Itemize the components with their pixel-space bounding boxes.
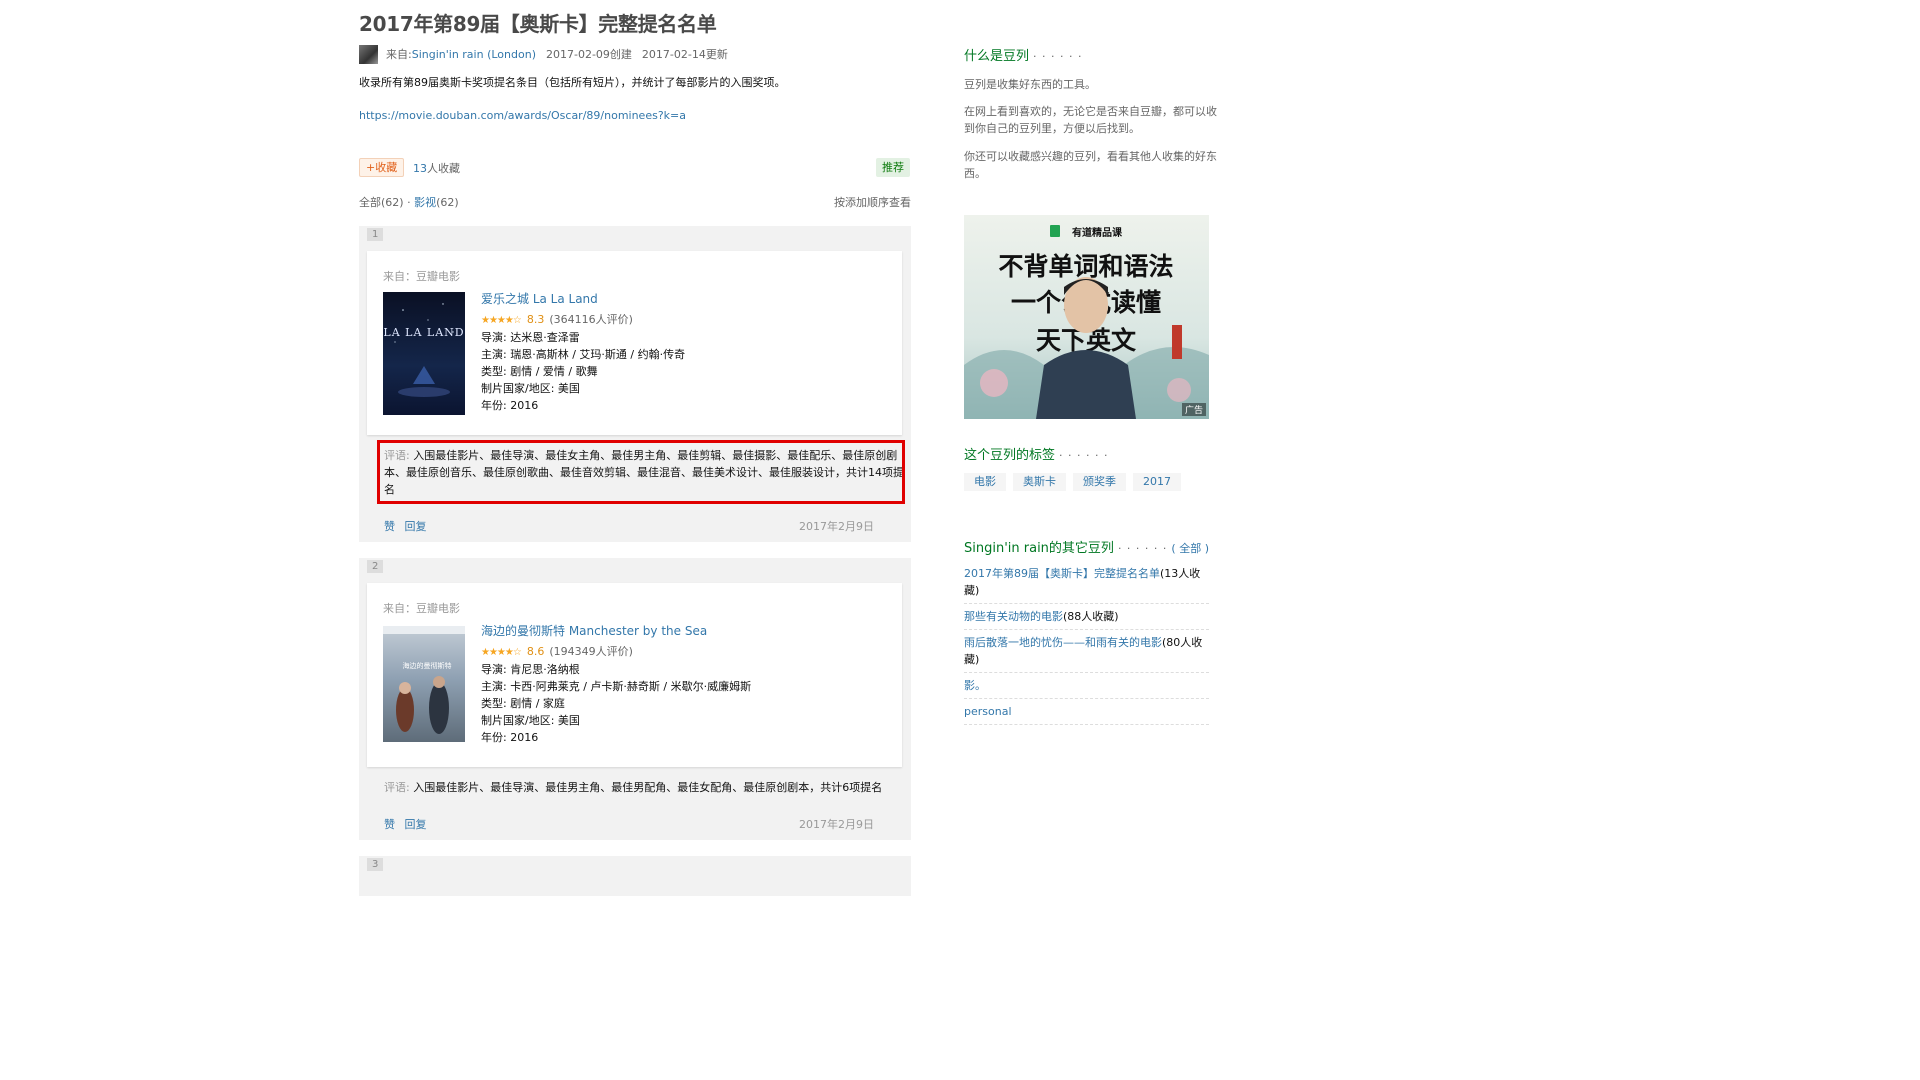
item-source: 来自：豆瓣电影 bbox=[383, 602, 460, 615]
movie-cast: 主演: 卡西·阿弗莱克 / 卢卡斯·赫奇斯 / 米歇尔·威廉姆斯 bbox=[481, 680, 752, 693]
movie-info: 爱乐之城 La La Land ★★★★☆ 8.3 (364116人评价) 导演: … bbox=[481, 291, 685, 414]
tags-title: 这个豆列的标签 · · · · · · bbox=[964, 448, 1109, 463]
movie-country: 制片国家/地区: 美国 bbox=[481, 714, 580, 727]
movie-title-link[interactable]: 海边的曼彻斯特 Manchester by the Sea bbox=[481, 623, 751, 640]
item-number: 1 bbox=[367, 228, 384, 241]
item-date: 2017年2月9日 bbox=[799, 818, 874, 831]
favorite-count[interactable]: 13人收藏 bbox=[413, 160, 460, 176]
what-is-doulist-p1: 豆列是收集好东西的工具。 bbox=[964, 78, 1096, 91]
created-date: 2017-02-09创建 bbox=[545, 48, 632, 61]
item-actions: 赞 回复 bbox=[384, 816, 433, 832]
movie-genre: 类型: 剧情 / 爱情 / 歌舞 bbox=[481, 365, 598, 378]
list-item: 雨后散落一地的忧伤——和雨有关的电影(80人收 藏) bbox=[964, 630, 1209, 673]
movie-director: 导演: 达米恩·查泽雷 bbox=[481, 331, 580, 344]
movie-info: 海边的曼彻斯特 Manchester by the Sea ★★★★☆ 8.6 (1… bbox=[481, 623, 751, 746]
poster-title: 海边的曼彻斯特 bbox=[403, 661, 452, 670]
movie-director: 导演: 肯尼思·洛纳根 bbox=[481, 663, 580, 676]
other-doulist-link[interactable]: personal bbox=[964, 703, 1209, 720]
ad-image: 有道精品课 不背单词和语法 一个公式读懂 天下英文 bbox=[964, 215, 1209, 419]
movie-country: 制片国家/地区: 美国 bbox=[481, 382, 580, 395]
movie-card: 来自：豆瓣电影 海边的曼彻斯特 海边的曼彻斯特 Manchester by th… bbox=[367, 583, 902, 767]
from-label: 来自: bbox=[386, 48, 412, 61]
movie-title-link[interactable]: 爱乐之城 La La Land bbox=[481, 291, 685, 308]
other-doulist-link[interactable]: 那些有关动物的电影(88人收藏) bbox=[964, 608, 1209, 625]
list-item: 2017年第89届【奥斯卡】完整提名名单(13人收藏) bbox=[964, 561, 1209, 604]
movie-year: 年份: 2016 bbox=[481, 731, 539, 744]
doulist-meta: 来自: Singin'in rain (London) 2017-02-09创建… bbox=[359, 44, 728, 64]
movie-genre: 类型: 剧情 / 家庭 bbox=[481, 697, 565, 710]
comment-highlight-box bbox=[377, 440, 905, 504]
item-number: 2 bbox=[367, 560, 384, 573]
other-doulists-list: 2017年第89届【奥斯卡】完整提名名单(13人收藏) 那些有关动物的电影(88… bbox=[964, 561, 1209, 725]
reply-button[interactable]: 回复 bbox=[405, 818, 427, 831]
movie-poster[interactable]: 海边的曼彻斯特 bbox=[383, 626, 465, 742]
list-item: 那些有关动物的电影(88人收藏) bbox=[964, 604, 1209, 630]
what-is-doulist-title: 什么是豆列 · · · · · · bbox=[964, 49, 1083, 64]
favorite-button[interactable]: +收藏 bbox=[359, 158, 405, 177]
list-item: 影。 bbox=[964, 673, 1209, 699]
item-comment: 评语: 入围最佳影片、最佳导演、最佳男主角、最佳男配角、最佳女配角、最佳原创剧本… bbox=[384, 781, 883, 794]
svg-text:有道精品课: 有道精品课 bbox=[1072, 226, 1123, 239]
filter-all[interactable]: 全部(62) bbox=[359, 196, 404, 209]
movie-year: 年份: 2016 bbox=[481, 399, 539, 412]
item-date: 2017年2月9日 bbox=[799, 520, 874, 533]
tag-movie[interactable]: 电影 bbox=[964, 473, 1006, 491]
like-button[interactable]: 赞 bbox=[384, 520, 395, 533]
tag-list: 电影 奥斯卡 颁奖季 2017 bbox=[964, 473, 1188, 491]
item-actions: 赞 回复 bbox=[384, 518, 433, 534]
ad-label: 广告 bbox=[1181, 403, 1206, 416]
list-item: 3 bbox=[359, 856, 911, 896]
ad-banner[interactable]: 有道精品课 不背单词和语法 一个公式读懂 天下英文 广告 bbox=[964, 215, 1209, 419]
like-button[interactable]: 赞 bbox=[384, 818, 395, 831]
other-doulist-link[interactable]: 影。 bbox=[964, 677, 1209, 694]
movie-rating: ★★★★☆ 8.6 (194349人评价) bbox=[481, 645, 633, 658]
source-url-link[interactable]: https://movie.douban.com/awards/Oscar/89… bbox=[359, 109, 686, 122]
favorite-bar: +收藏 13人收藏 推荐 bbox=[359, 158, 911, 178]
what-is-doulist-p2: 在网上看到喜欢的，无论它是否来自豆瓣，都可以收 到你自己的豆列里，方便以后找到。 bbox=[964, 105, 1217, 135]
other-doulist-link[interactable]: 2017年第89届【奥斯卡】完整提名名单(13人收藏) bbox=[964, 565, 1209, 599]
tag-2017[interactable]: 2017 bbox=[1133, 473, 1181, 491]
movie-card: 来自：豆瓣电影 LA LA LAND 爱乐之城 La La Land ★★★★☆… bbox=[367, 251, 902, 435]
movie-cast: 主演: 瑞恩·高斯林 / 艾玛·斯通 / 约翰·传奇 bbox=[481, 348, 686, 361]
rating-stars-icon: ★★★★☆ bbox=[481, 647, 522, 658]
avatar[interactable] bbox=[359, 44, 378, 64]
updated-date: 2017-02-14更新 bbox=[641, 48, 728, 61]
tag-award-season[interactable]: 颁奖季 bbox=[1073, 473, 1126, 491]
what-is-doulist-p3: 你还可以收藏感兴趣的豆列，看看其他人收集的好东 西。 bbox=[964, 150, 1217, 180]
filter-bar: 全部(62) · 影视(62) 按添加顺序查看 bbox=[359, 194, 911, 210]
other-doulists-title: Singin'in rain的其它豆列 · · · · · ·( 全部 ) bbox=[964, 541, 1209, 556]
item-source: 来自：豆瓣电影 bbox=[383, 270, 460, 283]
list-item: 2 来自：豆瓣电影 海边的曼彻斯特 海边的曼彻斯特 Manchester by … bbox=[359, 558, 911, 840]
svg-text:不背单词和语法: 不背单词和语法 bbox=[998, 252, 1173, 281]
author-link[interactable]: Singin'in rain (London) bbox=[412, 48, 536, 61]
page-title: 2017年第89届【奥斯卡】完整提名名单 bbox=[359, 12, 717, 36]
list-item: 1 来自：豆瓣电影 LA LA LAND 爱乐之城 La La Land ★★★… bbox=[359, 226, 911, 542]
other-doulist-link[interactable]: 雨后散落一地的忧伤——和雨有关的电影(80人收 藏) bbox=[964, 634, 1209, 668]
sort-order-link[interactable]: 按添加顺序查看 bbox=[834, 194, 911, 210]
filter-film[interactable]: 影视(62) bbox=[414, 196, 459, 209]
reply-button[interactable]: 回复 bbox=[405, 520, 427, 533]
movie-poster[interactable]: LA LA LAND bbox=[383, 292, 465, 415]
doulist-intro: 收录所有第89届奥斯卡奖项提名条目（包括所有短片），并统计了每部影片的入围奖项。 bbox=[359, 76, 786, 89]
list-item: personal bbox=[964, 699, 1209, 725]
poster-title: LA LA LAND bbox=[383, 326, 464, 339]
tag-oscar[interactable]: 奥斯卡 bbox=[1013, 473, 1066, 491]
recommend-button[interactable]: 推荐 bbox=[876, 158, 910, 177]
rating-stars-icon: ★★★★☆ bbox=[481, 315, 522, 326]
item-number: 3 bbox=[367, 858, 384, 871]
movie-rating: ★★★★☆ 8.3 (364116人评价) bbox=[481, 313, 633, 326]
other-doulists-all-link[interactable]: ( 全部 ) bbox=[1171, 542, 1209, 555]
